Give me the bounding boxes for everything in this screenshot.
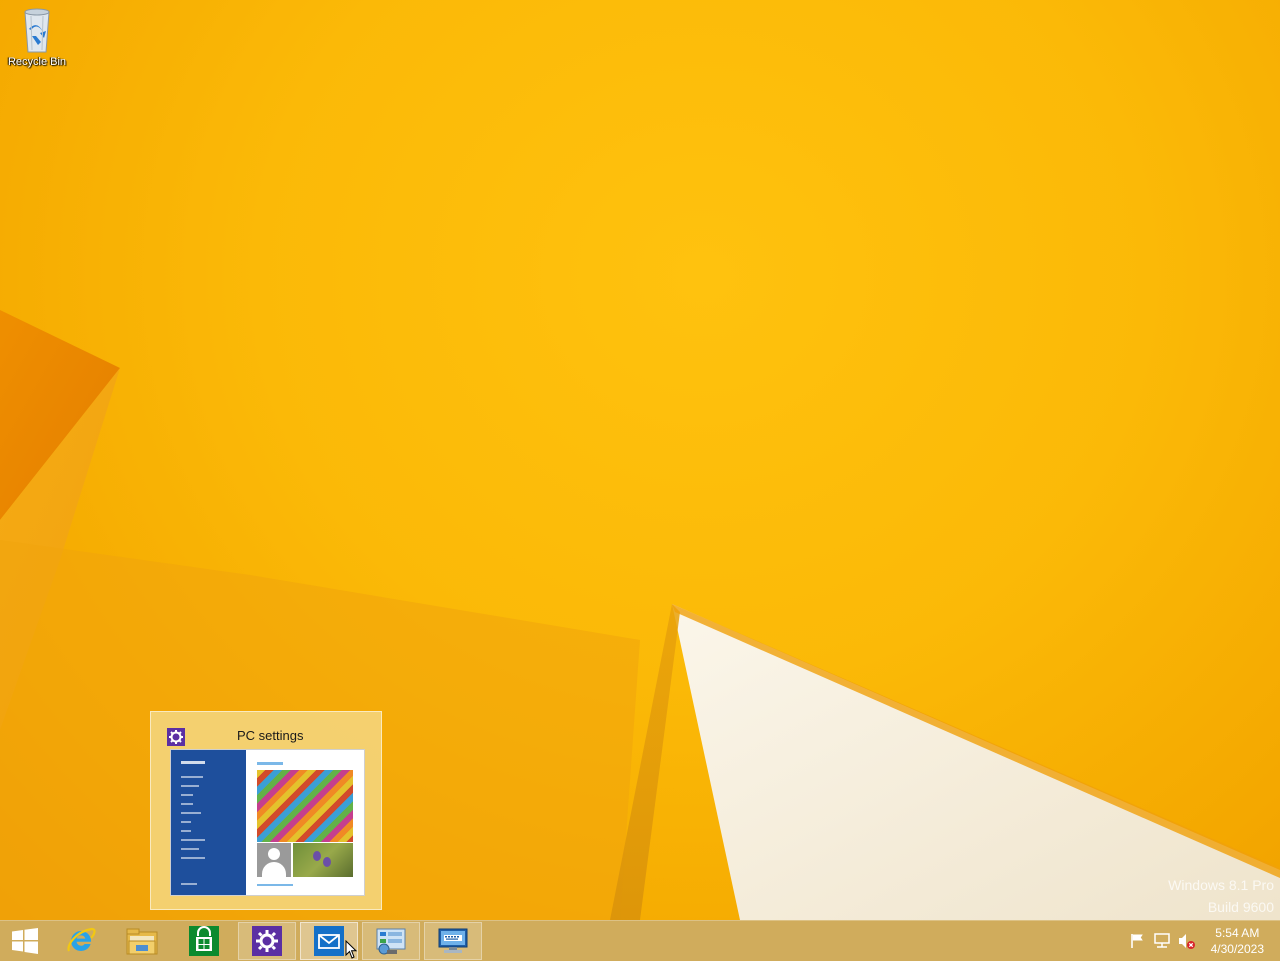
windows-start-icon — [12, 928, 38, 954]
gear-icon — [252, 926, 282, 956]
taskbar-thumbnail-popup[interactable]: PC settings — [150, 711, 382, 910]
desktop: Recycle Bin Windows 8.1 Pro Build 9600 P… — [0, 0, 1280, 920]
thumbnail-title-row — [167, 728, 185, 746]
control-panel-icon — [376, 928, 406, 955]
preview-photo — [293, 843, 353, 877]
mail-icon — [314, 926, 344, 956]
taskbar: 5:54 AM 4/30/2023 — [0, 920, 1280, 961]
recycle-bin-icon — [24, 8, 50, 53]
remote-desktop-icon — [438, 928, 468, 953]
taskbar-store[interactable] — [175, 922, 233, 960]
system-tray — [1126, 921, 1198, 961]
system-clock[interactable]: 5:54 AM 4/30/2023 — [1211, 925, 1264, 957]
thumbnail-title: PC settings — [237, 728, 304, 743]
preview-sidebar — [171, 750, 246, 895]
mouse-cursor-icon — [345, 940, 358, 959]
network-icon[interactable] — [1152, 931, 1172, 951]
os-watermark: Windows 8.1 Pro Build 9600 — [1168, 874, 1274, 918]
gear-icon — [167, 728, 185, 746]
taskbar-remote-desktop[interactable] — [424, 922, 482, 960]
taskbar-pc-settings[interactable] — [238, 922, 296, 960]
taskbar-internet-explorer[interactable] — [52, 922, 110, 960]
clock-time: 5:54 AM — [1215, 926, 1260, 940]
volume-muted-icon[interactable] — [1176, 931, 1196, 951]
watermark-build: Build 9600 — [1207, 899, 1274, 915]
preview-heading — [257, 762, 283, 765]
clock-date: 4/30/2023 — [1210, 942, 1264, 956]
taskbar-control-panel[interactable] — [362, 922, 420, 960]
start-button[interactable] — [0, 922, 50, 960]
watermark-edition: Windows 8.1 Pro — [1168, 877, 1274, 893]
store-icon — [189, 926, 219, 956]
taskbar-mail[interactable] — [300, 922, 358, 960]
action-center-flag-icon[interactable] — [1128, 931, 1148, 951]
preview-link — [257, 884, 293, 886]
preview-account-avatar — [257, 843, 291, 877]
preview-lock-screen-image — [257, 770, 353, 842]
folder-icon — [126, 928, 158, 955]
thumbnail-preview-pc-settings[interactable] — [170, 749, 365, 896]
taskbar-file-explorer[interactable] — [113, 922, 171, 960]
desktop-icon-recycle-bin[interactable]: Recycle Bin — [4, 6, 70, 74]
ie-icon — [67, 927, 96, 952]
desktop-icon-label: Recycle Bin — [7, 56, 67, 68]
